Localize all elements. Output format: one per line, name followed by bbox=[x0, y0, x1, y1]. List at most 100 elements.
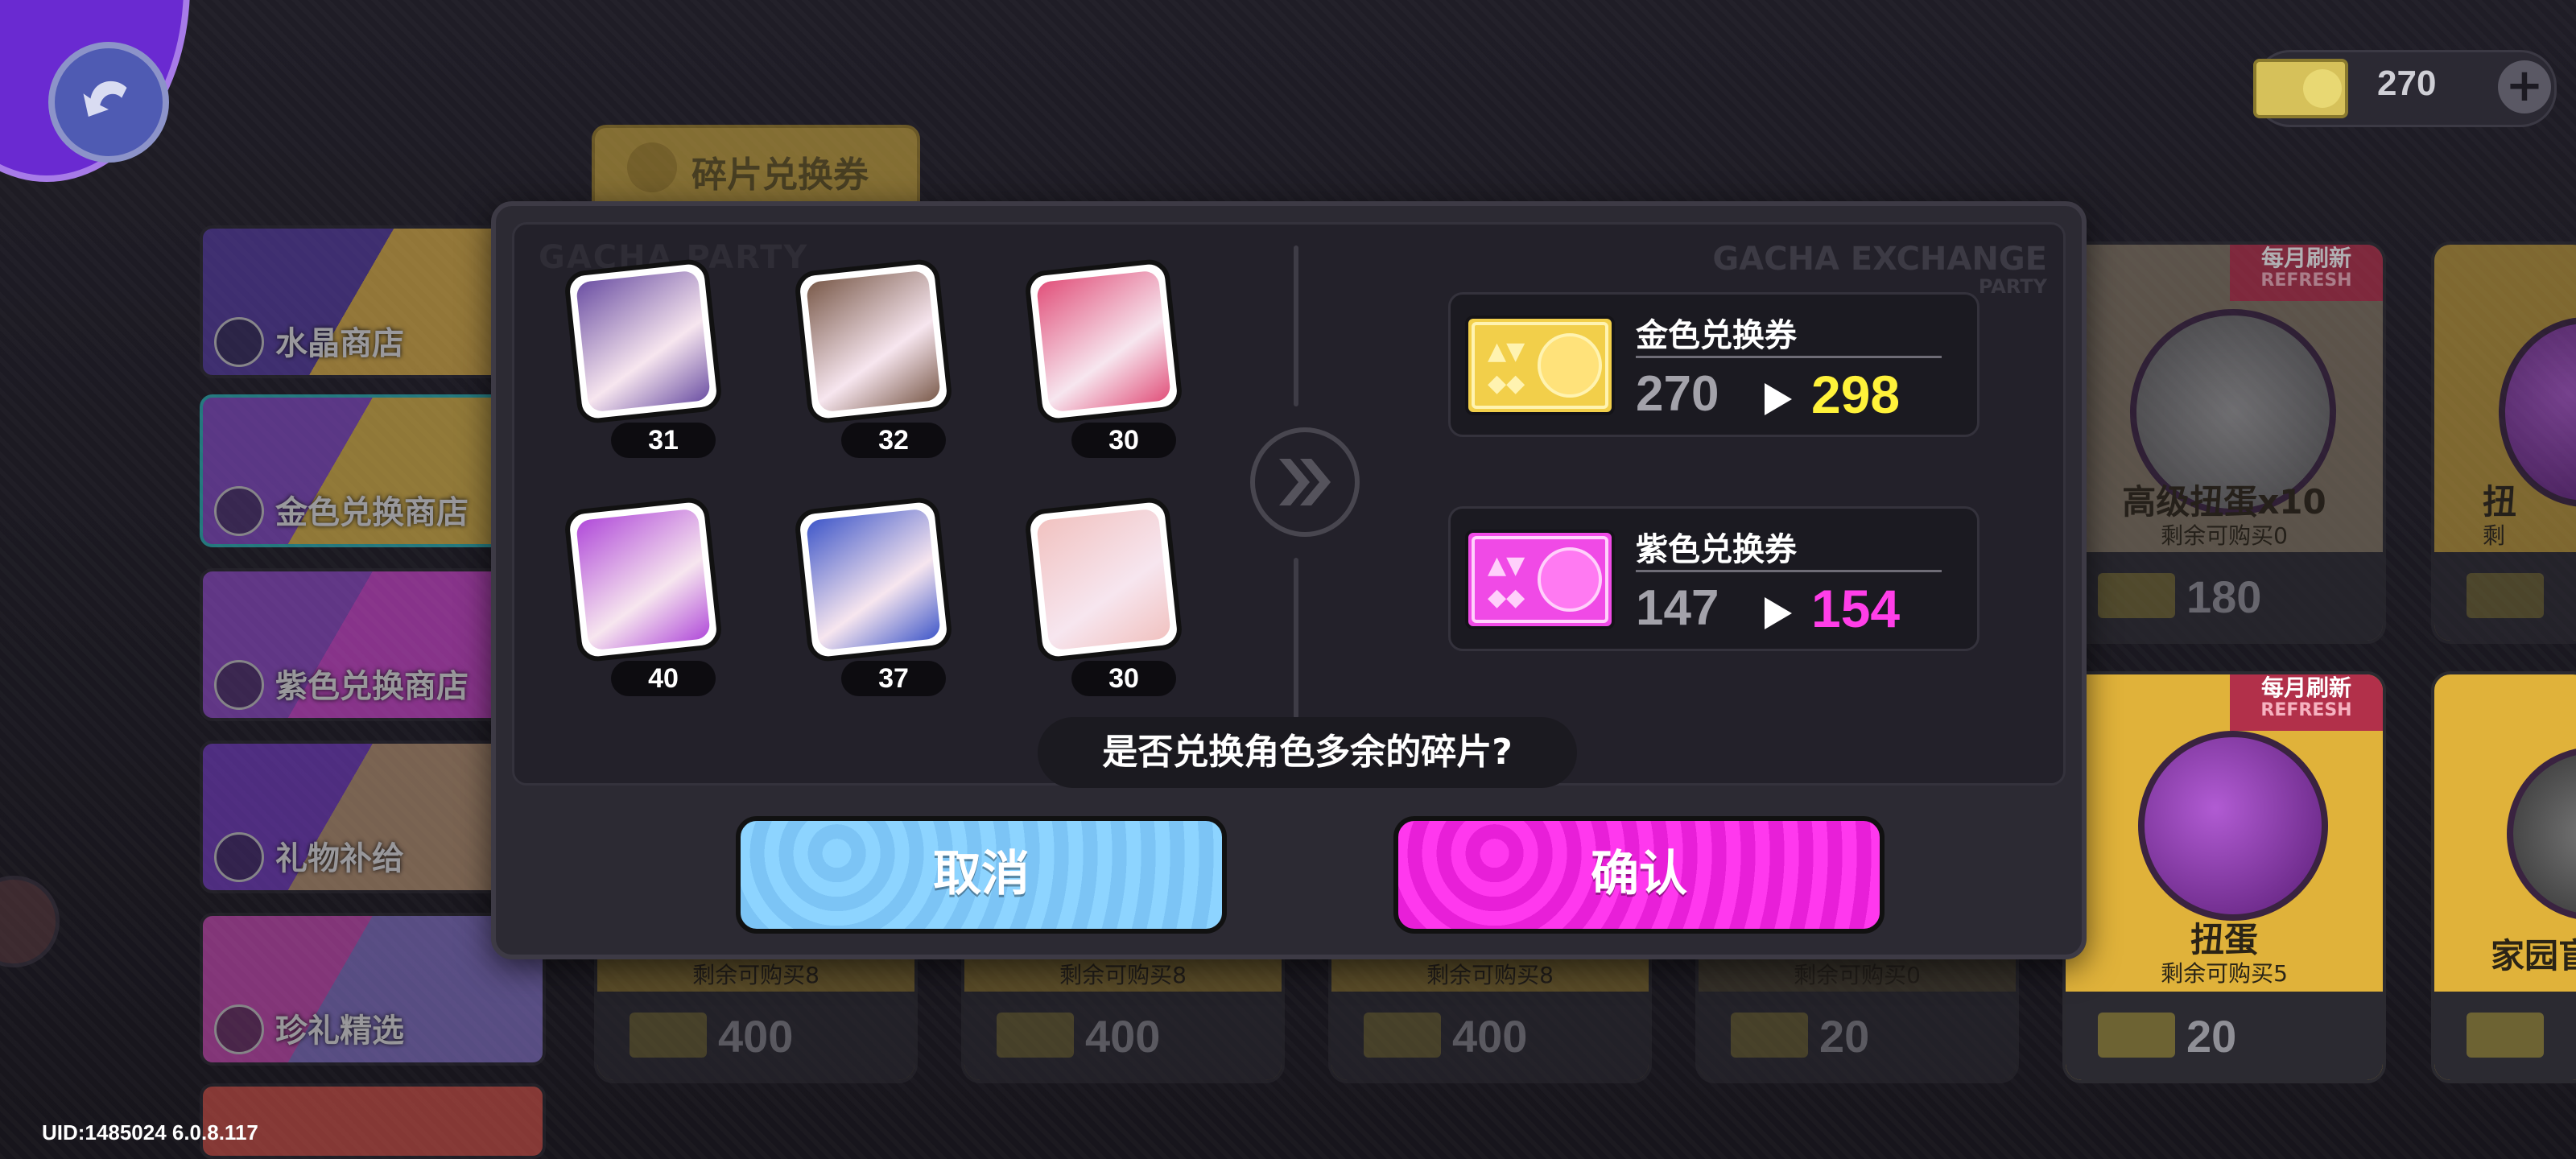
sidebar-item-label: 礼物补给 bbox=[275, 840, 404, 877]
fragment-ticket-tab[interactable]: 碎片兑换券 bbox=[592, 125, 920, 205]
price-bar bbox=[2434, 552, 2576, 641]
gold-ticket-name: 金色兑换券 bbox=[1636, 317, 1797, 354]
underline bbox=[1636, 356, 1942, 358]
remaining-purchases: 剩余可购买5 bbox=[2161, 960, 2288, 987]
shop-card[interactable]: 剩余可购买8 400 bbox=[1328, 947, 1652, 1083]
back-arrow-icon bbox=[83, 80, 127, 117]
sidebar-item-label: 紫色兑换商店 bbox=[275, 668, 469, 705]
purple-exchange-icon bbox=[214, 660, 264, 710]
blind-box-icon bbox=[2507, 747, 2576, 921]
exchange-dialog: GACHA PARTY GACHA EXCHANGE PARTY 31 32 3… bbox=[491, 201, 2087, 959]
fragment-art bbox=[1035, 270, 1172, 413]
confirm-question: 是否兑换角色多余的碎片? bbox=[1038, 717, 1577, 788]
fragment-art bbox=[575, 270, 712, 413]
fragment-count: 30 bbox=[1071, 423, 1176, 458]
gold-ticket-count: 270 bbox=[2377, 64, 2437, 103]
fragment-item: 31 bbox=[555, 258, 732, 458]
fragment-item: 30 bbox=[1015, 258, 1192, 458]
shop-card-premium-gacha[interactable]: 每月刷新 REFRESH 高级扭蛋x10 剩余可购买0 180 bbox=[2062, 241, 2386, 644]
treasure-icon bbox=[214, 1004, 264, 1054]
shop-card-home-blind-box[interactable]: 家园盲盒 bbox=[2431, 671, 2576, 1083]
fragment-art bbox=[805, 270, 942, 413]
svg-text:◆◆: ◆◆ bbox=[1488, 584, 1525, 612]
fragment-count: 32 bbox=[841, 423, 946, 458]
gold-ticket-icon bbox=[2098, 573, 2175, 618]
gold-ticket-result: ▲▼ ◆◆ 金色兑换券 270 298 bbox=[1448, 292, 1979, 437]
gold-ticket-icon bbox=[997, 1013, 1074, 1058]
fragment-item: 32 bbox=[785, 258, 962, 458]
fragment-item: 37 bbox=[785, 496, 962, 696]
divider bbox=[1294, 558, 1298, 719]
plus-icon[interactable]: + bbox=[2498, 60, 2551, 113]
remaining-purchases: 剩 bbox=[2483, 522, 2506, 549]
price-bar: 20 bbox=[2066, 992, 2383, 1080]
gold-ticket-icon bbox=[2467, 573, 2544, 618]
price: 400 bbox=[1085, 1011, 1161, 1062]
price-bar: 20 bbox=[1699, 992, 2016, 1080]
price-bar: 400 bbox=[964, 992, 1282, 1080]
arrow-right-icon bbox=[1765, 383, 1792, 415]
fragment-count: 40 bbox=[611, 661, 716, 696]
remaining-purchases: 剩余可购买8 bbox=[1426, 962, 1554, 988]
fragment-art bbox=[1035, 508, 1172, 651]
gold-exchange-icon bbox=[214, 486, 264, 536]
uid-version-label: UID:1485024 6.0.8.117 bbox=[42, 1120, 258, 1145]
svg-text:▲▼: ▲▼ bbox=[1488, 337, 1525, 365]
remaining-purchases: 剩余可购买0 bbox=[1794, 962, 1921, 988]
card-title: 高级扭蛋x10 bbox=[2122, 482, 2326, 522]
svg-text:▲▼: ▲▼ bbox=[1488, 551, 1525, 580]
gold-ticket-icon bbox=[1731, 1013, 1808, 1058]
gold-ticket-icon bbox=[2098, 1013, 2175, 1058]
card-title: 家园盲盒 bbox=[2491, 936, 2576, 975]
remaining-purchases: 剩余可购买8 bbox=[692, 962, 819, 988]
character-fragment-icon bbox=[563, 258, 724, 425]
fragment-item: 30 bbox=[1015, 496, 1192, 696]
confirm-button[interactable]: 确认 bbox=[1393, 816, 1885, 934]
gold-ticket-current: 270 bbox=[1636, 366, 1719, 422]
gold-ticket-icon bbox=[630, 1013, 707, 1058]
fragment-count: 31 bbox=[611, 423, 716, 458]
gold-ticket-counter: 270 + bbox=[2253, 50, 2557, 127]
remaining-purchases: 剩余可购买0 bbox=[2161, 522, 2288, 549]
remaining-purchases: 剩余可购买8 bbox=[1059, 962, 1187, 988]
fragment-art bbox=[575, 508, 712, 651]
purple-ticket-result: ▲▼ ◆◆ 紫色兑换券 147 154 bbox=[1448, 506, 1979, 651]
shop-card[interactable]: 剩余可购买8 400 bbox=[961, 947, 1285, 1083]
price: 20 bbox=[2186, 1011, 2237, 1062]
character-fragment-icon bbox=[1023, 496, 1184, 663]
arrow-right-icon bbox=[1765, 597, 1792, 629]
divider bbox=[1294, 245, 1298, 406]
price: 180 bbox=[2186, 571, 2262, 622]
character-fragment-icon bbox=[563, 496, 724, 663]
dialog-content-panel: GACHA PARTY GACHA EXCHANGE PARTY 31 32 3… bbox=[512, 222, 2066, 788]
shop-card[interactable]: 剩余可购买8 400 bbox=[594, 947, 918, 1083]
underline bbox=[1636, 570, 1942, 572]
purple-ticket-icon: ▲▼ ◆◆ bbox=[1465, 530, 1615, 629]
fragment-count: 30 bbox=[1071, 661, 1176, 696]
shop-card[interactable]: 剩余可购买0 20 bbox=[1695, 947, 2019, 1083]
shop-card-gacha[interactable]: 每月刷新 REFRESH 扭蛋 剩余可购买5 20 bbox=[2062, 671, 2386, 1083]
cancel-button[interactable]: 取消 bbox=[736, 816, 1227, 934]
gold-ticket-icon bbox=[2253, 59, 2348, 118]
price: 400 bbox=[718, 1011, 794, 1062]
gift-icon bbox=[214, 832, 264, 882]
crystal-shop-icon bbox=[214, 317, 264, 367]
purple-ticket-current: 147 bbox=[1636, 580, 1719, 636]
price: 400 bbox=[1452, 1011, 1528, 1062]
price-bar: 400 bbox=[597, 992, 914, 1080]
sidebar-item-label: 金色兑换商店 bbox=[275, 494, 469, 531]
capsule-icon bbox=[2138, 731, 2328, 921]
price-bar bbox=[2434, 992, 2576, 1080]
gold-ticket-icon bbox=[1364, 1013, 1441, 1058]
shop-card-partial[interactable]: 扭 剩 bbox=[2431, 241, 2576, 644]
svg-text:◆◆: ◆◆ bbox=[1488, 369, 1525, 398]
price: 20 bbox=[1819, 1011, 1870, 1062]
sidebar-item-label: 水晶商店 bbox=[275, 325, 404, 362]
fragment-ticket-tab-label: 碎片兑换券 bbox=[691, 155, 869, 196]
price-bar: 180 bbox=[2066, 552, 2383, 641]
back-button[interactable] bbox=[48, 42, 169, 163]
fragment-item: 40 bbox=[555, 496, 732, 696]
character-fragment-icon bbox=[1023, 258, 1184, 425]
card-title: 扭蛋 bbox=[2190, 920, 2258, 959]
monthly-refresh-badge: 每月刷新 REFRESH bbox=[2230, 674, 2383, 731]
